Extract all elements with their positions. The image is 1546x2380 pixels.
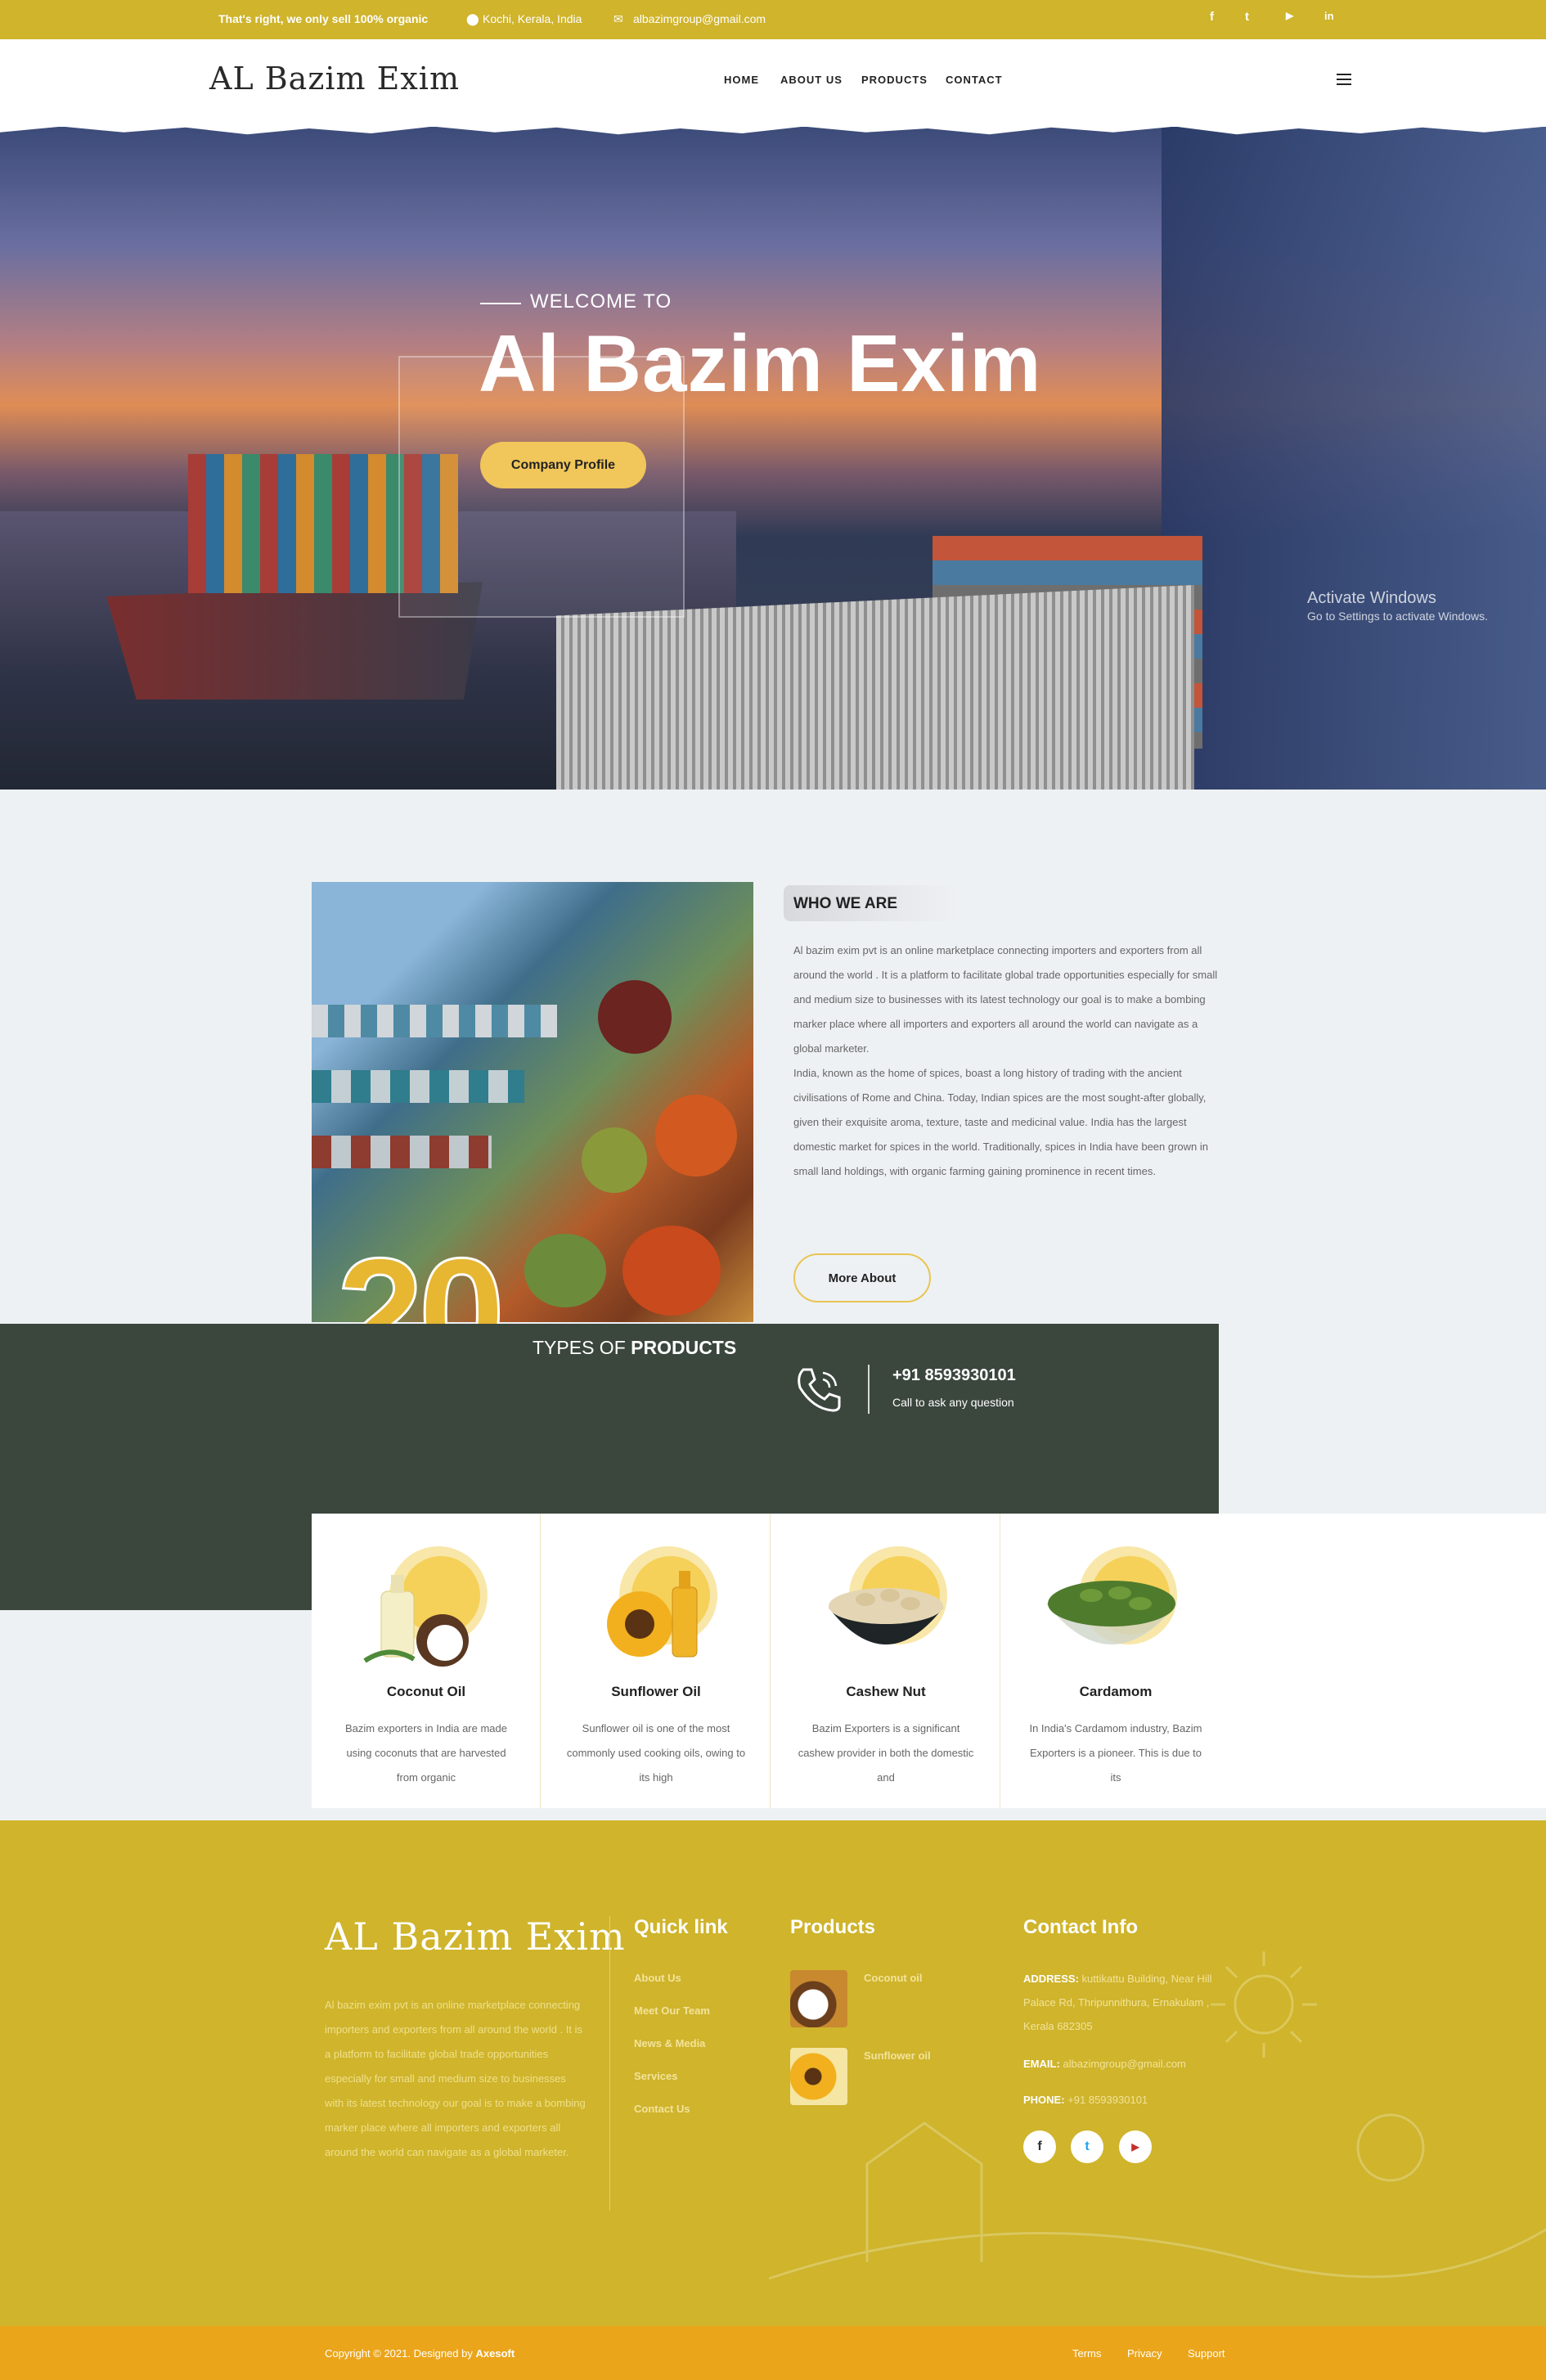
activate-windows-title: Activate Windows [1307, 589, 1436, 607]
footer-twitter-icon[interactable]: t [1071, 2130, 1103, 2163]
linkedin-icon[interactable]: in [1324, 10, 1334, 22]
email-value[interactable]: albazimgroup@gmail.com [1063, 2058, 1185, 2070]
nav-products[interactable]: PRODUCTS [861, 74, 928, 86]
footer-divider [609, 1916, 610, 2211]
product-name: Cardamom [1079, 1684, 1153, 1699]
sunflower-oil-image [607, 1571, 698, 1658]
mail-icon: ✉ [613, 12, 623, 25]
youtube-icon[interactable]: ▶ [1286, 10, 1293, 21]
menu-hamburger-icon[interactable] [1337, 74, 1351, 85]
email-label: EMAIL: [1023, 2058, 1060, 2070]
footer-products-heading: Products [790, 1916, 876, 1938]
band-call-text: Call to ask any question [892, 1396, 1014, 1409]
copyright-text: Copyright © 2021. Designed by Axesoft [325, 2347, 515, 2360]
footer-privacy-link[interactable]: Privacy [1127, 2347, 1162, 2360]
footer-link-news-media[interactable]: News & Media [634, 2037, 705, 2049]
hero-welcome: WELCOME TO [530, 290, 672, 313]
product-name: Cashew Nut [846, 1684, 926, 1699]
more-about-button[interactable]: More About [793, 1253, 931, 1302]
cardamom-image [1046, 1581, 1177, 1644]
nav-home[interactable]: HOME [724, 74, 759, 86]
coconut-oil-image [363, 1575, 469, 1667]
about-text: Al bazim exim pvt is an online marketpla… [793, 944, 1218, 1177]
phone-value[interactable]: +91 8593930101 [1067, 2094, 1148, 2106]
types-prefix: TYPES OF [533, 1337, 626, 1358]
product-desc: Bazim Exporters is a significant cashew … [798, 1722, 974, 1784]
product-name: Sunflower Oil [611, 1684, 701, 1699]
product-card-cardamom[interactable]: Cardamom In India's Cardamom industry, B… [1001, 1514, 1230, 1808]
product-card-cashew-nut[interactable]: Cashew Nut Bazim Exporters is a signific… [771, 1514, 1000, 1808]
address-label: ADDRESS: [1023, 1973, 1079, 1985]
footer-facebook-icon[interactable]: f [1023, 2130, 1056, 2163]
footer-product-coconut-oil[interactable]: Coconut oil [864, 1972, 923, 1984]
band-phone-number[interactable]: +91 8593930101 [892, 1366, 1016, 1385]
tagline: That's right, we only sell 100% organic [218, 12, 429, 25]
welcome-line [480, 303, 521, 304]
product-desc: Sunflower oil is one of the most commonl… [566, 1722, 746, 1784]
product-name: Coconut Oil [386, 1684, 466, 1699]
facebook-icon[interactable]: f [1210, 10, 1214, 24]
footer-link-meet-our-team[interactable]: Meet Our Team [634, 2004, 710, 2017]
product-card-coconut-oil[interactable]: Coconut Oil Bazim exporters in India are… [312, 1514, 541, 1808]
site-logo[interactable]: AL Bazim Exim [209, 61, 460, 97]
footer-phone: PHONE: +91 8593930101 [1023, 2088, 1220, 2112]
copyright-bar [0, 2326, 1546, 2380]
footer-youtube-icon[interactable]: ▶ [1119, 2130, 1152, 2163]
product-desc: In India's Cardamom industry, Bazim Expo… [1029, 1722, 1202, 1784]
sun-decoration-icon [1211, 1951, 1317, 2058]
product-desc: Bazim exporters in India are made using … [345, 1722, 507, 1784]
footer-address: ADDRESS: kuttikattu Building, Near Hill … [1023, 1967, 1220, 2038]
types-bold: PRODUCTS [631, 1337, 737, 1358]
footer-link-services[interactable]: Services [634, 2070, 678, 2082]
footer-logo[interactable]: AL Bazim Exim [325, 1914, 626, 1959]
footer-sunflower-thumb[interactable] [790, 2048, 847, 2105]
email-link[interactable]: albazimgroup@gmail.com [633, 12, 766, 25]
quick-link-heading: Quick link [634, 1916, 728, 1938]
footer-link-about-us[interactable]: About Us [634, 1972, 681, 1984]
nav-about-us[interactable]: ABOUT US [780, 74, 843, 86]
hero-banner [0, 127, 1546, 790]
location-icon: ⬤ [466, 12, 479, 25]
copyright-prefix: Copyright © 2021. Designed by [325, 2347, 473, 2360]
designer-link[interactable]: Axesoft [475, 2347, 515, 2360]
product-card-sunflower-oil[interactable]: Sunflower Oil Sunflower oil is one of th… [542, 1514, 771, 1808]
company-profile-button[interactable]: Company Profile [480, 442, 646, 488]
footer-link-contact-us[interactable]: Contact Us [634, 2103, 690, 2115]
footer-about-text: Al bazim exim pvt is an online marketpla… [325, 1999, 586, 2158]
who-we-are-heading: WHO WE ARE [793, 895, 898, 912]
hero-title: Al Bazim Exim [479, 318, 1042, 408]
cashew-nut-image [829, 1588, 943, 1644]
types-of-products-label: TYPES OF PRODUCTS [533, 1337, 736, 1359]
contact-info-heading: Contact Info [1023, 1916, 1138, 1938]
footer [0, 1820, 1546, 2326]
activate-windows-subtitle: Go to Settings to activate Windows. [1307, 610, 1488, 623]
footer-coconut-thumb[interactable] [790, 1970, 847, 2027]
footer-product-sunflower-oil[interactable]: Sunflower oil [864, 2049, 931, 2062]
footer-email: EMAIL: albazimgroup@gmail.com [1023, 2052, 1220, 2076]
footer-support-link[interactable]: Support [1188, 2347, 1225, 2360]
top-bar: That's right, we only sell 100% organic … [0, 0, 1546, 39]
products-band-left [0, 1514, 312, 1610]
twitter-icon[interactable]: t [1245, 10, 1249, 24]
location-text: Kochi, Kerala, India [483, 12, 582, 25]
phone-divider [868, 1365, 870, 1414]
nav-contact[interactable]: CONTACT [946, 74, 1003, 86]
hero-crane-image [1162, 127, 1546, 790]
phone-icon [798, 1368, 841, 1412]
phone-label: PHONE: [1023, 2094, 1065, 2106]
footer-terms-link[interactable]: Terms [1072, 2347, 1101, 2360]
